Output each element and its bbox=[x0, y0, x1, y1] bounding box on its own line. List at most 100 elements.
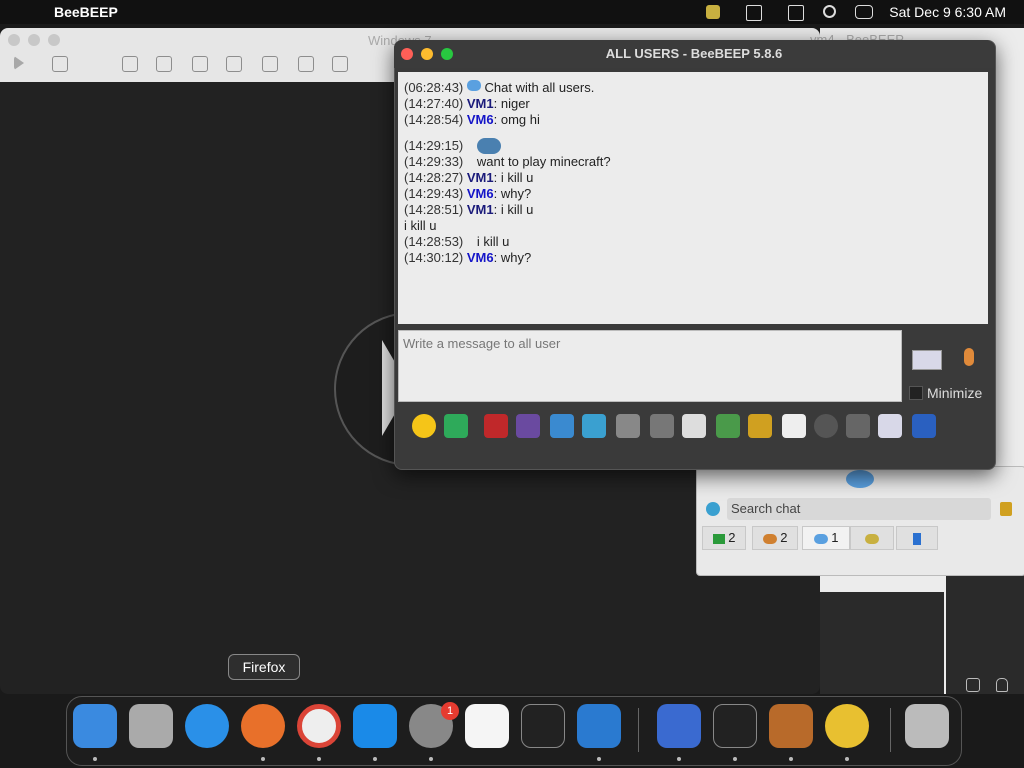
terminal-icon[interactable] bbox=[521, 704, 565, 748]
message-sender[interactable]: VM1 bbox=[467, 170, 494, 185]
message-timestamp: (14:27:40) bbox=[404, 96, 464, 111]
dictionary-icon[interactable] bbox=[650, 414, 674, 438]
html-code-icon[interactable] bbox=[782, 414, 806, 438]
trash-icon[interactable] bbox=[905, 704, 949, 748]
finder-icon[interactable] bbox=[73, 704, 117, 748]
message-sender[interactable]: VM6 bbox=[467, 112, 494, 127]
running-indicator bbox=[845, 757, 849, 761]
tab-chats-count: 1 bbox=[831, 530, 839, 545]
message-input[interactable]: Write a message to all user bbox=[398, 330, 902, 402]
emoticon-icon[interactable] bbox=[412, 414, 436, 438]
menubar-app-name[interactable]: BeeBEEP bbox=[54, 4, 118, 20]
send-file-icon[interactable] bbox=[444, 414, 468, 438]
text-font-icon[interactable] bbox=[484, 414, 508, 438]
snapshot-icon[interactable] bbox=[52, 56, 68, 72]
running-indicator bbox=[733, 757, 737, 761]
message-sender[interactable]: VM6 bbox=[467, 186, 494, 201]
microphone-icon[interactable] bbox=[964, 348, 974, 366]
chrome-icon[interactable] bbox=[297, 704, 341, 748]
running-indicator bbox=[597, 757, 601, 761]
document-icon[interactable] bbox=[682, 414, 706, 438]
users-emoji-icon bbox=[476, 138, 501, 154]
send-message-icon[interactable] bbox=[912, 350, 942, 370]
printer-icon[interactable] bbox=[226, 56, 242, 72]
clear-search-broom-icon[interactable] bbox=[1000, 502, 1012, 516]
beebeep-icon[interactable] bbox=[825, 704, 869, 748]
chat-message: (14:30:12) VM6: why? bbox=[404, 250, 531, 266]
user-status-icon[interactable] bbox=[966, 678, 980, 692]
message-text: i kill u bbox=[476, 234, 510, 249]
edit-note-icon[interactable] bbox=[878, 414, 902, 438]
garageband-icon[interactable] bbox=[769, 704, 813, 748]
shared-folder-icon[interactable] bbox=[332, 56, 348, 72]
vm-zoom-button[interactable] bbox=[48, 34, 60, 46]
chat-bubbles-icon bbox=[813, 533, 828, 544]
tab-computers-count: 2 bbox=[728, 530, 736, 545]
vm-minimize-button[interactable] bbox=[28, 34, 40, 46]
tab-computers[interactable]: 2 bbox=[702, 526, 746, 550]
notes-icon bbox=[913, 532, 921, 545]
save-chat-icon[interactable] bbox=[716, 414, 740, 438]
notification-badge: 1 bbox=[441, 702, 459, 720]
vmware-icon[interactable] bbox=[657, 704, 701, 748]
vm-close-button[interactable] bbox=[8, 34, 20, 46]
message-timestamp: (14:29:33) bbox=[404, 154, 464, 169]
gear-icon[interactable] bbox=[706, 502, 720, 516]
settings-wrench-icon[interactable] bbox=[122, 56, 138, 72]
firefox-icon[interactable] bbox=[241, 704, 285, 748]
chat-minimize-button[interactable] bbox=[421, 48, 433, 60]
settings-gear-icon[interactable] bbox=[582, 414, 606, 438]
screenshot-icon[interactable] bbox=[846, 414, 870, 438]
display-mirror-icon[interactable] bbox=[746, 5, 762, 21]
tab-users[interactable]: 2 bbox=[752, 526, 798, 550]
filter-icon[interactable] bbox=[550, 414, 574, 438]
tab-chats[interactable]: 1 bbox=[802, 526, 850, 550]
spotlight-search-icon[interactable] bbox=[823, 5, 836, 18]
chat-message: (14:28:27) VM1: i kill u bbox=[404, 170, 533, 186]
background-panel-right bbox=[946, 560, 1024, 694]
running-indicator bbox=[93, 757, 97, 761]
vscode-icon[interactable] bbox=[577, 704, 621, 748]
minimize-checkbox[interactable] bbox=[909, 386, 923, 400]
network-icon[interactable] bbox=[156, 56, 172, 72]
textedit-icon[interactable] bbox=[465, 704, 509, 748]
chat-close-button[interactable] bbox=[401, 48, 413, 60]
detach-window-icon[interactable] bbox=[912, 414, 936, 438]
stage-manager-icon[interactable] bbox=[788, 5, 804, 21]
message-sender[interactable]: VM1 bbox=[467, 96, 494, 111]
play-icon[interactable] bbox=[14, 56, 24, 70]
tab-notes[interactable] bbox=[896, 526, 938, 550]
tab-groups[interactable] bbox=[850, 526, 894, 550]
message-text: i kill u bbox=[404, 218, 437, 233]
control-center-icon[interactable] bbox=[855, 5, 873, 19]
activity-monitor-icon[interactable] bbox=[713, 704, 757, 748]
disk-icon[interactable] bbox=[192, 56, 208, 72]
message-sender[interactable]: VM6 bbox=[467, 250, 494, 265]
app-store-icon[interactable] bbox=[353, 704, 397, 748]
clock-icon[interactable] bbox=[814, 414, 838, 438]
menu-bar: BeeBEEP Sat Dec 9 6:30 AM bbox=[0, 0, 1024, 24]
bell-icon[interactable] bbox=[996, 678, 1008, 692]
message-sender[interactable]: VM1 bbox=[467, 202, 494, 217]
running-indicator bbox=[429, 757, 433, 761]
safari-icon[interactable] bbox=[185, 704, 229, 748]
spellcheck-icon[interactable] bbox=[616, 414, 640, 438]
color-icon[interactable] bbox=[516, 414, 540, 438]
menubar-clock[interactable]: Sat Dec 9 6:30 AM bbox=[889, 4, 1006, 20]
sound-icon[interactable] bbox=[262, 56, 278, 72]
message-timestamp: (14:30:12) bbox=[404, 250, 464, 265]
running-indicator bbox=[317, 757, 321, 761]
running-indicator bbox=[261, 757, 265, 761]
search-chat-input[interactable]: Search chat bbox=[727, 498, 991, 520]
background-panel bbox=[820, 592, 944, 694]
usb-icon[interactable] bbox=[298, 56, 314, 72]
chat-zoom-button[interactable] bbox=[441, 48, 453, 60]
open-folder-icon[interactable] bbox=[748, 414, 772, 438]
chat-message: (14:28:53) i kill u bbox=[404, 234, 509, 250]
group-icon bbox=[865, 533, 879, 544]
launchpad-icon[interactable] bbox=[129, 704, 173, 748]
message-text: : i kill u bbox=[493, 202, 534, 217]
beebeep-status-icon[interactable] bbox=[706, 5, 720, 19]
message-timestamp: (14:28:54) bbox=[404, 112, 464, 127]
chat-message-log[interactable]: (06:28:43) Chat with all users. (14:27:4… bbox=[398, 72, 988, 324]
